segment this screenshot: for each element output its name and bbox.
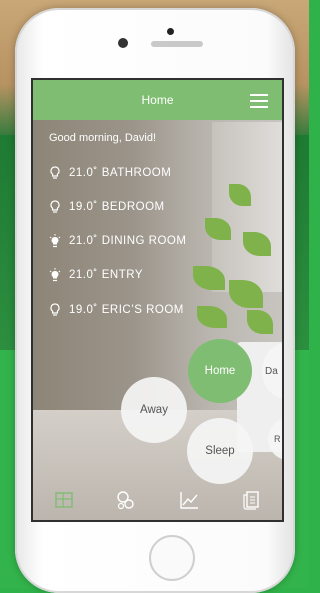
- plant-leaf: [247, 310, 273, 334]
- room-name: ERIC’S ROOM: [101, 304, 184, 316]
- app-screen: Home Good morning, David! 21.0˚ BATHROOM…: [31, 78, 284, 522]
- room-temperature: 19.0˚: [69, 201, 98, 213]
- mode-away-button[interactable]: Away: [121, 377, 187, 443]
- room-temperature: 21.0˚: [69, 235, 98, 247]
- phone-camera: [118, 38, 128, 48]
- room-item-erics-room[interactable]: 19.0˚ ERIC’S ROOM: [49, 301, 184, 319]
- room-item-bathroom[interactable]: 21.0˚ BATHROOM: [49, 164, 171, 182]
- room-name: DINING ROOM: [101, 235, 187, 247]
- room-temperature: 21.0˚: [69, 167, 98, 179]
- document-icon[interactable]: [240, 489, 262, 511]
- page-title: Home: [141, 93, 174, 107]
- mode-home-button[interactable]: Home: [188, 339, 252, 403]
- greeting-text: Good morning, David!: [49, 132, 156, 144]
- mode-sleep-button[interactable]: Sleep: [187, 418, 253, 484]
- top-bar: Home: [33, 80, 282, 120]
- background-window: [212, 122, 282, 292]
- bulb-off-icon: [49, 200, 61, 214]
- phone-speaker: [151, 41, 203, 47]
- hamburger-menu-icon[interactable]: [250, 94, 268, 108]
- phone-home-button[interactable]: [149, 535, 195, 581]
- room-item-bedroom[interactable]: 19.0˚ BEDROOM: [49, 198, 165, 216]
- bulb-off-icon: [49, 303, 61, 317]
- room-temperature: 21.0˚: [69, 269, 98, 281]
- bulb-on-icon: [49, 268, 61, 282]
- room-name: ENTRY: [101, 269, 143, 281]
- room-item-dining-room[interactable]: 21.0˚ DINING ROOM: [49, 232, 186, 250]
- dashboard-icon[interactable]: [53, 489, 75, 511]
- room-name: BATHROOM: [101, 167, 172, 179]
- devices-icon[interactable]: [115, 489, 137, 511]
- bulb-on-icon: [49, 234, 61, 248]
- room-temperature: 19.0˚: [69, 304, 98, 316]
- bottom-tab-bar: [33, 480, 282, 520]
- room-name: BEDROOM: [101, 201, 165, 213]
- room-item-entry[interactable]: 21.0˚ ENTRY: [49, 266, 143, 284]
- bulb-off-icon: [49, 166, 61, 180]
- plant-leaf: [197, 306, 227, 328]
- chart-icon[interactable]: [178, 489, 200, 511]
- phone-sensor: [167, 28, 174, 35]
